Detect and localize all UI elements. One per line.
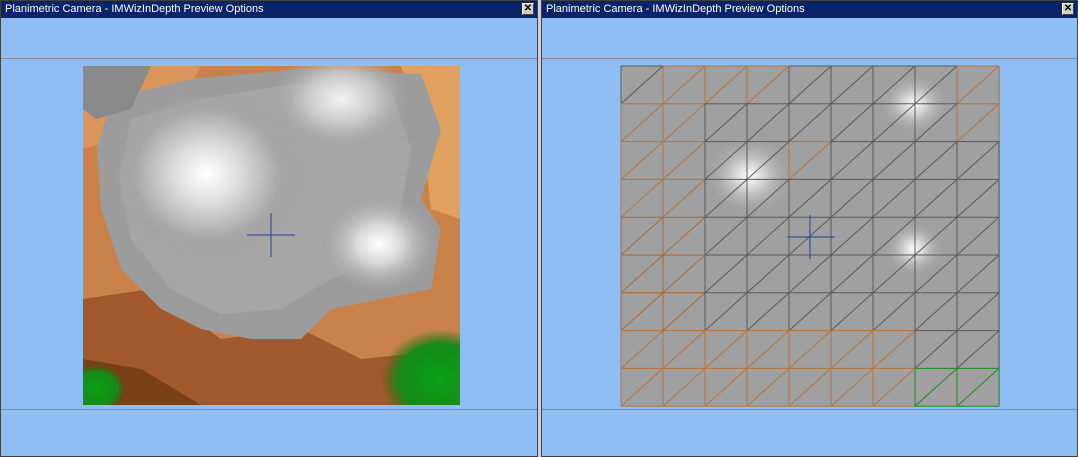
window-title: Planimetric Camera - IMWizInDepth Previe…	[546, 3, 805, 15]
preview-window-left: Planimetric Camera - IMWizInDepth Previe…	[0, 0, 538, 457]
close-icon[interactable]: ✕	[1062, 3, 1074, 15]
status-panel	[542, 409, 1077, 456]
preview-window-right: Planimetric Camera - IMWizInDepth Previe…	[541, 0, 1078, 457]
close-icon[interactable]: ✕	[522, 3, 534, 15]
window-titlebar[interactable]: Planimetric Camera - IMWizInDepth Previe…	[1, 1, 537, 18]
window-titlebar[interactable]: Planimetric Camera - IMWizInDepth Previe…	[542, 1, 1077, 18]
window-title: Planimetric Camera - IMWizInDepth Previe…	[5, 3, 264, 15]
terrain-viewport[interactable]	[542, 59, 1077, 409]
options-panel	[542, 18, 1077, 59]
status-panel	[1, 409, 537, 456]
options-panel	[1, 18, 537, 59]
terrain-viewport[interactable]	[1, 59, 537, 409]
terrain-wireframe-view	[620, 65, 1000, 407]
terrain-shaded-view	[83, 66, 460, 405]
